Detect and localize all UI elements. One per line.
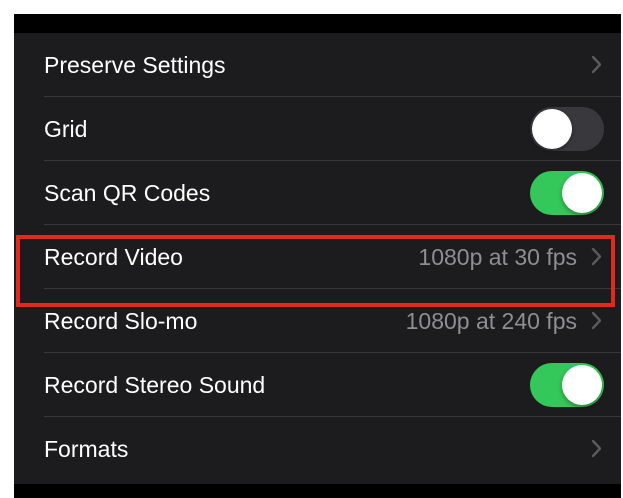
preserve-settings-label: Preserve Settings [44, 52, 226, 78]
settings-screen: Preserve Settings Grid Scan QR Codes Rec… [14, 14, 621, 498]
chevron-right-icon [591, 247, 602, 266]
record-video-row[interactable]: Record Video 1080p at 30 fps [14, 225, 621, 289]
grid-row: Grid [14, 97, 621, 161]
chevron-right-icon [591, 439, 602, 458]
record-stereo-sound-label: Record Stereo Sound [44, 372, 266, 398]
preserve-settings-row[interactable]: Preserve Settings [14, 33, 621, 97]
toggle-knob [562, 173, 602, 213]
record-slo-mo-label: Record Slo-mo [44, 308, 198, 334]
formats-row[interactable]: Formats [14, 417, 621, 481]
scan-qr-codes-toggle[interactable] [530, 171, 604, 215]
record-video-value: 1080p at 30 fps [418, 244, 577, 270]
grid-toggle[interactable] [530, 107, 604, 151]
scan-qr-codes-label: Scan QR Codes [44, 180, 211, 206]
scan-qr-codes-row: Scan QR Codes [14, 161, 621, 225]
grid-label: Grid [44, 116, 88, 142]
record-stereo-sound-row: Record Stereo Sound [14, 353, 621, 417]
record-video-label: Record Video [44, 244, 183, 270]
formats-label: Formats [44, 436, 129, 462]
toggle-knob [532, 109, 572, 149]
record-slo-mo-row[interactable]: Record Slo-mo 1080p at 240 fps [14, 289, 621, 353]
chevron-right-icon [591, 55, 602, 74]
record-slo-mo-value: 1080p at 240 fps [405, 308, 577, 334]
toggle-knob [562, 365, 602, 405]
camera-settings-list: Preserve Settings Grid Scan QR Codes Rec… [14, 33, 621, 484]
chevron-right-icon [591, 311, 602, 330]
record-stereo-sound-toggle[interactable] [530, 363, 604, 407]
